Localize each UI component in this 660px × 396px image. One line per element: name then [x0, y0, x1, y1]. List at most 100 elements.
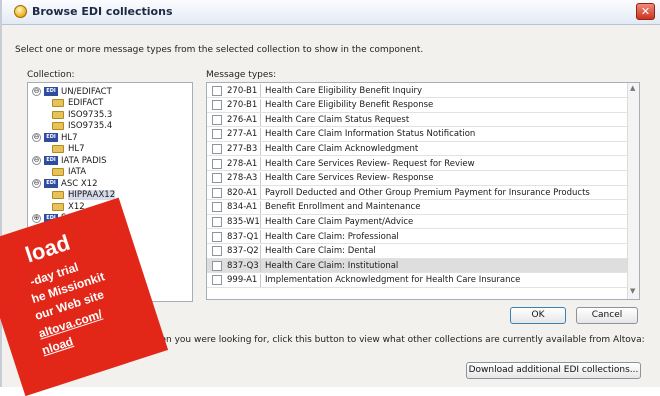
message-type-checkbox[interactable] [212, 143, 222, 154]
message-types-list[interactable]: 270-B1 Health Care Eligibility Benefit In… [206, 82, 640, 300]
message-type-row[interactable]: 278-A1 Health Care Services Review- Reque… [207, 157, 627, 171]
app-icon [14, 5, 27, 18]
scroll-up-icon[interactable]: ▲ [630, 84, 635, 92]
tree-item-label: HIPPAAX12 [68, 190, 116, 200]
message-type-row[interactable]: 835-W1 Health Care Claim Payment/Advice [207, 215, 627, 230]
message-type-description: Health Care Claim Information Status Not… [265, 129, 476, 140]
message-type-code: 270-B1 [227, 100, 258, 111]
tree-item-label: ASC X12 [61, 178, 98, 189]
message-type-description: Health Care Services Review- Request for… [265, 158, 475, 169]
column-divider [260, 84, 261, 97]
message-type-row[interactable]: 278-A3 Health Care Services Review- Respo… [207, 171, 627, 186]
message-type-description: Payroll Deducted and Other Group Premium… [265, 187, 590, 198]
message-type-checkbox[interactable] [212, 246, 222, 257]
edi-collection-icon: EDI [44, 133, 58, 142]
tree-item[interactable]: ⊖ EDI IATA PADIS [32, 155, 107, 166]
message-type-checkbox[interactable] [212, 216, 222, 227]
download-hint-text: e EDI collection you were looking for, c… [102, 335, 645, 345]
tree-item-label: ISO9735.4 [68, 121, 113, 131]
message-type-description: Health Care Claim Acknowledgment [265, 143, 419, 154]
message-type-row[interactable]: 270-B1 Health Care Eligibility Benefit In… [207, 84, 627, 98]
message-type-code: 277-B3 [227, 143, 258, 154]
message-type-code: 834-A1 [227, 202, 258, 213]
message-type-checkbox[interactable] [212, 275, 222, 286]
message-type-checkbox[interactable] [212, 129, 222, 140]
tree-item-label: ISO9735.3 [68, 109, 113, 120]
ok-button[interactable]: OK [510, 307, 566, 324]
message-type-checkbox[interactable] [212, 100, 222, 111]
expand-icon[interactable]: ⊕ [32, 213, 41, 223]
message-type-description: Benefit Enrollment and Maintenance [265, 202, 421, 213]
tree-item[interactable]: HIPPAAX12 [52, 190, 116, 201]
column-divider [260, 259, 261, 273]
tree-item[interactable]: ISO9735.4 [52, 121, 112, 132]
message-type-description: Health Care Eligibility Benefit Inquiry [265, 85, 423, 96]
message-type-checkbox[interactable] [212, 85, 222, 96]
message-type-code: 270-B1 [227, 85, 258, 96]
tree-item[interactable]: EDIFACT [52, 98, 103, 109]
column-divider [260, 273, 261, 287]
message-type-description: Health Care Claim: Dental [265, 246, 376, 257]
message-type-code: 837-Q1 [227, 231, 259, 242]
tree-item[interactable]: HL7 [52, 144, 85, 155]
tree-item[interactable]: ⊖ EDI UN/EDIFACT [32, 86, 112, 97]
column-divider [260, 98, 261, 112]
message-type-description: Implementation Acknowledgment for Health… [265, 275, 521, 286]
message-type-row[interactable]: 277-B3 Health Care Claim Acknowledgment [207, 142, 627, 157]
folder-icon [52, 191, 64, 199]
tree-item-label: IATA [68, 167, 87, 177]
vertical-scrollbar[interactable]: ▲ ▼ [627, 83, 639, 299]
message-type-row[interactable]: 834-A1 Benefit Enrollment and Maintenance [207, 200, 627, 215]
collapse-icon[interactable]: ⊖ [32, 87, 41, 96]
message-type-code: 835-W1 [227, 216, 260, 227]
download-collections-button[interactable]: Download additional EDI collections... [466, 362, 641, 379]
message-type-row[interactable]: 270-B1 Health Care Eligibility Benefit Re… [207, 98, 627, 113]
message-type-code: 276-A1 [227, 114, 258, 125]
folder-icon [52, 110, 64, 119]
message-type-row[interactable]: 837-Q1 Health Care Claim: Professional [207, 230, 627, 244]
message-type-description: Health Care Claim: Institutional [265, 260, 399, 271]
message-type-row[interactable]: 999-A1 Implementation Acknowledgment for … [207, 273, 627, 288]
message-type-checkbox[interactable] [212, 114, 222, 125]
message-type-row[interactable]: 276-A1 Health Care Claim Status Request [207, 113, 627, 128]
tree-item-label: UN/EDIFACT [61, 86, 112, 97]
tree-item[interactable]: ISO9735.3 [52, 109, 112, 120]
message-type-checkbox[interactable] [212, 231, 222, 242]
message-type-code: 277-A1 [227, 129, 258, 140]
message-type-checkbox[interactable] [212, 260, 222, 271]
message-type-description: Health Care Claim Payment/Advice [265, 216, 414, 227]
message-type-checkbox[interactable] [212, 173, 222, 184]
message-type-checkbox[interactable] [212, 187, 222, 198]
message-type-row[interactable]: 820-A1 Payroll Deducted and Other Group P… [207, 186, 627, 201]
message-type-row[interactable]: 837-Q3 Health Care Claim: Institutional [207, 259, 627, 274]
tree-item-label: HL7 [68, 144, 85, 154]
tree-item[interactable]: IATA [52, 167, 86, 178]
message-type-description: Health Care Claim: Professional [265, 231, 399, 242]
collapse-icon[interactable]: ⊖ [32, 179, 41, 188]
tree-item-label: HL7 [61, 132, 78, 143]
folder-icon [52, 168, 64, 176]
tree-item[interactable]: ⊖ EDI HL7 [32, 132, 78, 143]
message-type-code: 278-A3 [227, 173, 258, 184]
edi-collection-icon: EDI [44, 179, 58, 188]
column-divider [260, 157, 261, 170]
message-type-code: 278-A1 [227, 158, 258, 169]
tree-item-label: EDIFACT [68, 98, 104, 108]
message-type-checkbox[interactable] [212, 202, 222, 213]
message-type-row[interactable]: 837-Q2 Health Care Claim: Dental [207, 244, 627, 259]
collapse-icon[interactable]: ⊖ [32, 156, 41, 165]
message-type-row[interactable]: 277-A1 Health Care Claim Information Stat… [207, 127, 627, 142]
collapse-icon[interactable]: ⊖ [32, 133, 41, 142]
title-bar: Browse EDI collections ✕ [2, 0, 660, 25]
close-button[interactable]: ✕ [636, 3, 655, 20]
tree-item[interactable]: ⊖ EDI ASC X12 [32, 178, 98, 189]
dialog-title: Browse EDI collections [32, 5, 173, 18]
message-type-code: 999-A1 [227, 275, 258, 286]
column-divider [260, 244, 261, 258]
message-type-checkbox[interactable] [212, 158, 222, 169]
column-divider [260, 186, 261, 200]
message-type-description: Health Care Services Review- Response [265, 173, 434, 184]
cancel-button[interactable]: Cancel [576, 307, 638, 324]
message-type-code: 837-Q2 [227, 246, 259, 257]
scroll-down-icon[interactable]: ▼ [630, 287, 635, 295]
